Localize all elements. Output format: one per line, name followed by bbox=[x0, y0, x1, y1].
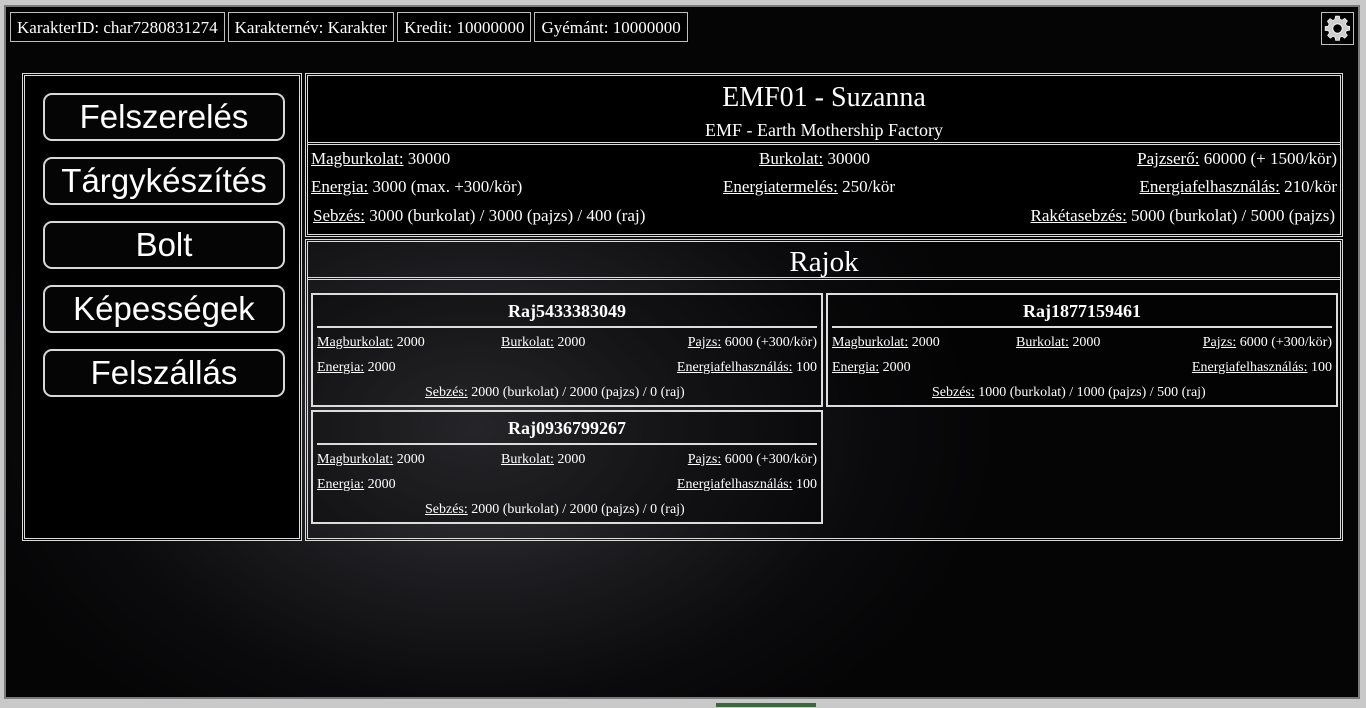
gear-icon bbox=[1324, 15, 1350, 41]
ship-title: EMF01 - Suzanna bbox=[722, 82, 926, 113]
top-bar: KarakterID: char7280831274 Karakternév: … bbox=[9, 11, 691, 46]
ship-core-hull: Magburkolat: 30000 bbox=[311, 149, 451, 168]
ship-info-panel: EMF01 - Suzanna EMF - Earth Mothership F… bbox=[305, 73, 1343, 237]
ship-energy-usage: Energiafelhasználás: 210/kör bbox=[1139, 177, 1337, 196]
swarms-separator bbox=[308, 277, 1340, 280]
ship-shield: Pajzserő: 60000 (+ 1500/kör) bbox=[1137, 149, 1337, 168]
swarm-core-hull: Magburkolat: 2000 bbox=[317, 335, 425, 350]
character-id: KarakterID: char7280831274 bbox=[9, 11, 226, 43]
swarm-energy: Energia: 2000 bbox=[317, 360, 396, 375]
equipment-button[interactable]: Felszerelés bbox=[43, 93, 285, 141]
swarms-panel: Rajok Raj5433383049 Magburkolat: 2000 Bu… bbox=[305, 239, 1343, 541]
swarm-shield: Pajzs: 6000 (+300/kör) bbox=[687, 452, 817, 467]
ship-damage: Sebzés: 3000 (burkolat) / 3000 (pajzs) /… bbox=[313, 206, 646, 225]
swarm-shield: Pajzs: 6000 (+300/kör) bbox=[687, 335, 817, 350]
swarm-core-hull: Magburkolat: 2000 bbox=[832, 335, 940, 350]
swarm-damage: Sebzés: 2000 (burkolat) / 2000 (pajzs) /… bbox=[425, 502, 685, 517]
swarm-damage: Sebzés: 1000 (burkolat) / 1000 (pajzs) /… bbox=[932, 385, 1206, 400]
swarm-energy: Energia: 2000 bbox=[317, 477, 396, 492]
swarm-shield: Pajzs: 6000 (+300/kör) bbox=[1202, 335, 1332, 350]
swarm-hull: Burkolat: 2000 bbox=[1016, 335, 1101, 350]
swarm-name: Raj1877159461 bbox=[1023, 301, 1141, 321]
swarm-core-hull: Magburkolat: 2000 bbox=[317, 452, 425, 467]
ship-energy: Energia: 3000 (max. +300/kör) bbox=[311, 177, 523, 196]
launch-button[interactable]: Felszállás bbox=[43, 349, 285, 397]
swarm-name: Raj5433383049 bbox=[508, 301, 626, 321]
shop-button[interactable]: Bolt bbox=[43, 221, 285, 269]
main-menu: Felszerelés Tárgykészítés Bolt Képessége… bbox=[22, 73, 302, 541]
swarm-damage: Sebzés: 2000 (burkolat) / 2000 (pajzs) /… bbox=[425, 385, 685, 400]
ship-subtitle: EMF - Earth Mothership Factory bbox=[705, 120, 943, 140]
bottom-indicator bbox=[716, 703, 816, 707]
swarm-divider bbox=[832, 326, 1332, 328]
ship-hull: Burkolat: 30000 bbox=[759, 149, 870, 168]
diamond-balance: Gyémánt: 10000000 bbox=[533, 11, 689, 43]
skills-button[interactable]: Képességek bbox=[43, 285, 285, 333]
swarm-hull: Burkolat: 2000 bbox=[501, 335, 586, 350]
swarm-card[interactable]: Raj0936799267 Magburkolat: 2000 Burkolat… bbox=[311, 410, 823, 524]
swarm-hull: Burkolat: 2000 bbox=[501, 452, 586, 467]
credit-balance: Kredit: 10000000 bbox=[396, 11, 533, 43]
crafting-button[interactable]: Tárgykészítés bbox=[43, 157, 285, 205]
swarms-header: Rajok bbox=[789, 246, 859, 278]
character-name: Karakternév: Karakter bbox=[226, 11, 396, 43]
swarm-energy-usage: Energiafelhasználás: 100 bbox=[1191, 360, 1332, 375]
swarm-divider bbox=[317, 326, 817, 328]
ship-energy-generation: Energiatermelés: 250/kör bbox=[723, 177, 895, 196]
settings-button[interactable] bbox=[1321, 12, 1354, 45]
swarm-energy-usage: Energiafelhasználás: 100 bbox=[676, 360, 817, 375]
ship-separator bbox=[308, 142, 1340, 145]
swarm-energy-usage: Energiafelhasználás: 100 bbox=[676, 477, 817, 492]
swarm-name: Raj0936799267 bbox=[508, 418, 626, 438]
swarm-card[interactable]: Raj1877159461 Magburkolat: 2000 Burkolat… bbox=[826, 293, 1338, 407]
swarm-energy: Energia: 2000 bbox=[832, 360, 911, 375]
swarm-card[interactable]: Raj5433383049 Magburkolat: 2000 Burkolat… bbox=[311, 293, 823, 407]
ship-rocket-damage: Rakétasebzés: 5000 (burkolat) / 5000 (pa… bbox=[1030, 206, 1336, 225]
swarm-divider bbox=[317, 443, 817, 445]
